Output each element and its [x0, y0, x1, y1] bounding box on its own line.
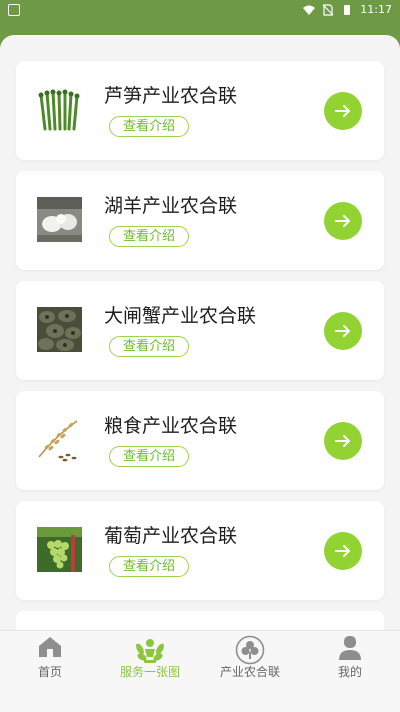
- service-map-icon: [136, 639, 164, 663]
- no-sim-icon: [322, 3, 334, 16]
- tab-label: 产业农合联: [219, 665, 280, 679]
- arrow-right-button[interactable]: [324, 92, 362, 130]
- tab-label: 服务一张图: [119, 665, 180, 679]
- view-intro-button[interactable]: 查看介绍: [109, 116, 189, 137]
- rice-thumbnail: [37, 417, 82, 462]
- sheep-thumbnail: [37, 197, 82, 242]
- card-title: 芦笋产业农合联: [104, 85, 238, 107]
- clover-icon: [235, 635, 265, 665]
- arrow-right-button[interactable]: [324, 532, 362, 570]
- bottom-tab-bar: 首页 服务一张图 产业农合联 我的: [0, 630, 400, 712]
- tab-home[interactable]: 首页: [0, 631, 100, 691]
- view-intro-button[interactable]: 查看介绍: [109, 556, 189, 577]
- tab-label: 我的: [337, 665, 362, 679]
- arrow-right-icon: [335, 215, 350, 227]
- view-intro-button[interactable]: 查看介绍: [109, 336, 189, 357]
- view-intro-button[interactable]: 查看介绍: [109, 226, 189, 247]
- tab-label: 首页: [37, 665, 62, 679]
- card-grape[interactable]: 葡萄产业农合联 查看介绍: [16, 501, 384, 600]
- status-bar: 11:17: [0, 0, 400, 20]
- card-asparagus[interactable]: 芦笋产业农合联 查看介绍: [16, 61, 384, 160]
- status-time: 11:17: [360, 3, 392, 16]
- grape-thumbnail: [37, 527, 82, 572]
- card-rice[interactable]: 粮食产业农合联 查看介绍: [16, 391, 384, 490]
- arrow-right-icon: [335, 545, 350, 557]
- card-crab[interactable]: 大闸蟹产业农合联 查看介绍: [16, 281, 384, 380]
- tab-industry-alliance[interactable]: 产业农合联: [200, 631, 300, 691]
- asparagus-thumbnail: [37, 87, 82, 132]
- user-icon: [339, 636, 361, 660]
- crab-thumbnail: [37, 307, 82, 352]
- card-title: 粮食产业农合联: [104, 415, 238, 437]
- arrow-right-icon: [335, 105, 350, 117]
- arrow-right-button[interactable]: [324, 312, 362, 350]
- card-title: 大闸蟹产业农合联: [104, 305, 257, 327]
- view-intro-button[interactable]: 查看介绍: [109, 446, 189, 467]
- arrow-right-icon: [335, 435, 350, 447]
- tab-mine[interactable]: 我的: [300, 631, 400, 691]
- arrow-right-button[interactable]: [324, 422, 362, 460]
- content-sheet: 芦笋产业农合联 查看介绍 湖羊产业农合联 查看介绍 大闸蟹产业农合联 查看介绍 …: [0, 35, 400, 711]
- battery-icon: [344, 4, 351, 15]
- card-title: 湖羊产业农合联: [104, 195, 238, 217]
- image-notification-icon: [8, 4, 20, 16]
- wifi-icon: [303, 5, 316, 15]
- home-icon: [39, 637, 61, 657]
- arrow-right-button[interactable]: [324, 202, 362, 240]
- card-title: 葡萄产业农合联: [104, 525, 238, 547]
- tab-service-map[interactable]: 服务一张图: [100, 631, 200, 691]
- arrow-right-icon: [335, 325, 350, 337]
- card-sheep[interactable]: 湖羊产业农合联 查看介绍: [16, 171, 384, 270]
